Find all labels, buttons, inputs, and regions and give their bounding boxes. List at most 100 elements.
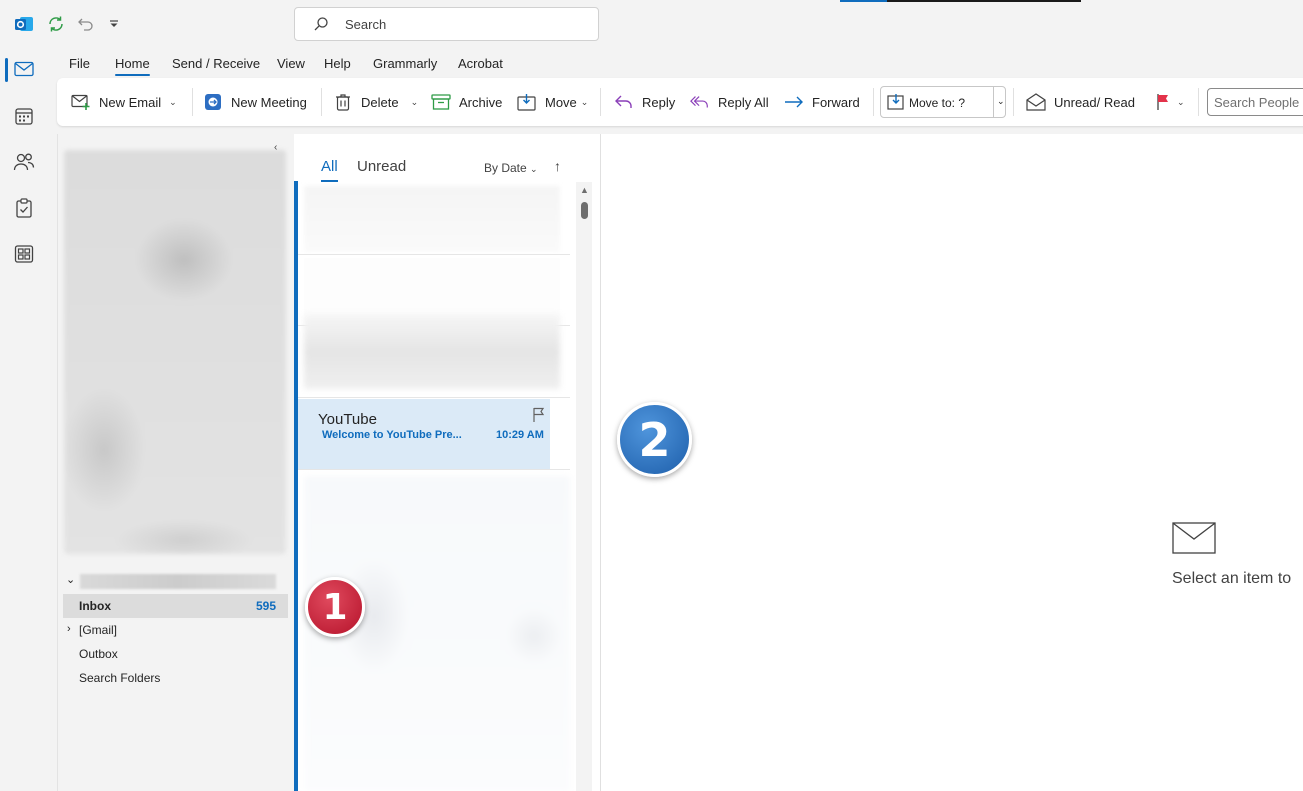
chevron-down-icon[interactable]: ⌄ bbox=[169, 97, 177, 108]
sync-icon[interactable] bbox=[45, 13, 67, 35]
ribbon-divider bbox=[192, 88, 193, 116]
forward-icon bbox=[784, 92, 804, 112]
undo-icon[interactable] bbox=[75, 13, 97, 35]
redacted-folder-area bbox=[64, 150, 286, 554]
collapse-pane-icon[interactable]: ‹ bbox=[274, 142, 277, 153]
navigation-rail bbox=[0, 48, 48, 791]
delete-label: Delete bbox=[361, 94, 399, 110]
reply-button[interactable]: Reply bbox=[614, 92, 675, 112]
filter-unread-tab[interactable]: Unread bbox=[357, 158, 406, 175]
red-flag-icon bbox=[1153, 92, 1173, 112]
sort-label: By Date bbox=[484, 161, 527, 175]
chevron-down-icon[interactable]: ⌄ bbox=[581, 97, 589, 108]
search-people-placeholder: Search People bbox=[1214, 95, 1300, 110]
chevron-right-icon[interactable]: › bbox=[67, 623, 71, 635]
folder-outbox[interactable]: Outbox bbox=[63, 642, 288, 666]
search-placeholder: Search bbox=[345, 17, 387, 32]
tab-acrobat[interactable]: Acrobat bbox=[458, 56, 503, 71]
move-to-icon bbox=[887, 93, 905, 114]
move-button[interactable]: Move ⌄ bbox=[517, 92, 588, 112]
tab-file[interactable]: File bbox=[69, 56, 90, 71]
unread-read-label: Unread/ Read bbox=[1054, 94, 1135, 110]
message-time: 10:29 AM bbox=[496, 429, 544, 441]
tab-grammarly[interactable]: Grammarly bbox=[373, 56, 437, 71]
chevron-down-icon: ⌄ bbox=[530, 164, 538, 174]
calendar-icon bbox=[14, 106, 34, 129]
ribbon-divider bbox=[1013, 88, 1014, 116]
unread-read-button[interactable]: Unread/ Read bbox=[1026, 92, 1135, 112]
search-people-input[interactable]: Search People bbox=[1207, 88, 1303, 116]
reply-all-button[interactable]: Reply All bbox=[690, 92, 769, 112]
flag-icon[interactable] bbox=[532, 407, 546, 426]
search-icon bbox=[313, 16, 329, 35]
sort-direction-icon[interactable]: ↑ bbox=[554, 158, 561, 174]
redacted-message[interactable] bbox=[304, 314, 560, 389]
new-email-label: New Email bbox=[99, 94, 162, 110]
folder-search-folders[interactable]: Search Folders bbox=[63, 666, 288, 690]
new-meeting-button[interactable]: New Meeting bbox=[203, 92, 307, 112]
message-list-scrollbar[interactable]: ▲ bbox=[576, 182, 592, 791]
rail-mail[interactable] bbox=[0, 50, 48, 90]
chevron-down-icon: ⌄ bbox=[66, 574, 76, 586]
redacted-message[interactable] bbox=[304, 186, 560, 252]
message-list: All Unread By Date ⌄ ↑ YouTube Welcome t… bbox=[294, 134, 600, 791]
outlook-app-icon bbox=[13, 13, 35, 35]
rail-tasks[interactable] bbox=[0, 189, 48, 229]
new-meeting-label: New Meeting bbox=[231, 94, 307, 110]
tasks-icon bbox=[15, 197, 33, 221]
message-sender: YouTube bbox=[318, 411, 377, 428]
folder-pane: ‹ ⌄ Inbox 595 › [Gmail] Outbox Search Fo… bbox=[57, 134, 292, 791]
chevron-down-icon[interactable]: ⌄ bbox=[1177, 97, 1185, 108]
scroll-up-arrow-icon[interactable]: ▲ bbox=[580, 185, 589, 195]
flag-button[interactable]: ⌄ bbox=[1153, 92, 1185, 112]
ribbon-divider bbox=[321, 88, 322, 116]
ribbon-divider bbox=[1198, 88, 1199, 116]
ribbon-divider bbox=[873, 88, 874, 116]
reply-label: Reply bbox=[642, 94, 676, 110]
teams-meeting-icon bbox=[203, 92, 223, 112]
tab-view[interactable]: View bbox=[277, 56, 305, 71]
move-label: Move bbox=[545, 94, 577, 110]
archive-button[interactable]: Archive bbox=[431, 92, 502, 112]
folder-label: Inbox bbox=[79, 599, 111, 613]
search-input[interactable]: Search bbox=[294, 7, 599, 41]
reading-pane: Select an item to bbox=[600, 134, 1303, 791]
scroll-thumb[interactable] bbox=[581, 202, 588, 219]
rail-apps[interactable] bbox=[0, 235, 48, 275]
people-icon bbox=[13, 152, 35, 175]
unread-count: 595 bbox=[255, 599, 276, 613]
new-email-icon bbox=[71, 92, 91, 112]
rail-people[interactable] bbox=[0, 143, 48, 183]
envelope-open-icon bbox=[1026, 92, 1046, 112]
move-to-quickstep[interactable]: Move to: ? ⌄ bbox=[880, 86, 1006, 118]
unread-indicator-bar bbox=[294, 181, 298, 791]
customize-toolbar-icon[interactable] bbox=[103, 13, 125, 35]
mail-icon bbox=[14, 61, 34, 80]
filter-all-tab[interactable]: All bbox=[321, 158, 338, 182]
ribbon-divider bbox=[600, 88, 601, 116]
tab-send-receive[interactable]: Send / Receive bbox=[172, 56, 260, 71]
move-to-label: Move to: ? bbox=[909, 96, 966, 110]
sort-by-dropdown[interactable]: By Date ⌄ bbox=[484, 161, 538, 175]
new-email-button[interactable]: New Email ⌄ bbox=[71, 92, 177, 112]
chevron-down-icon[interactable]: ⌄ bbox=[997, 96, 1005, 107]
reply-all-icon bbox=[690, 92, 710, 112]
account-header[interactable]: ⌄ bbox=[66, 572, 284, 590]
folder-inbox[interactable]: Inbox 595 bbox=[63, 594, 288, 618]
delete-button[interactable]: Delete ⌄ bbox=[333, 92, 418, 112]
redacted-message[interactable] bbox=[304, 258, 560, 322]
chevron-down-icon[interactable]: ⌄ bbox=[411, 97, 419, 108]
envelope-icon bbox=[1172, 522, 1216, 557]
message-subject: Welcome to YouTube Pre... bbox=[322, 429, 462, 441]
forward-button[interactable]: Forward bbox=[784, 92, 860, 112]
folder-label: Outbox bbox=[79, 647, 118, 661]
tab-home[interactable]: Home bbox=[115, 56, 150, 76]
folder-label: Search Folders bbox=[79, 671, 161, 685]
folder-label: [Gmail] bbox=[79, 623, 118, 637]
rail-calendar[interactable] bbox=[0, 97, 48, 137]
callout-badge-1: 1 bbox=[305, 577, 365, 637]
folder-gmail[interactable]: › [Gmail] bbox=[63, 618, 288, 642]
tab-help[interactable]: Help bbox=[324, 56, 351, 71]
title-bar: Search bbox=[0, 0, 1303, 48]
reply-all-label: Reply All bbox=[718, 94, 769, 110]
